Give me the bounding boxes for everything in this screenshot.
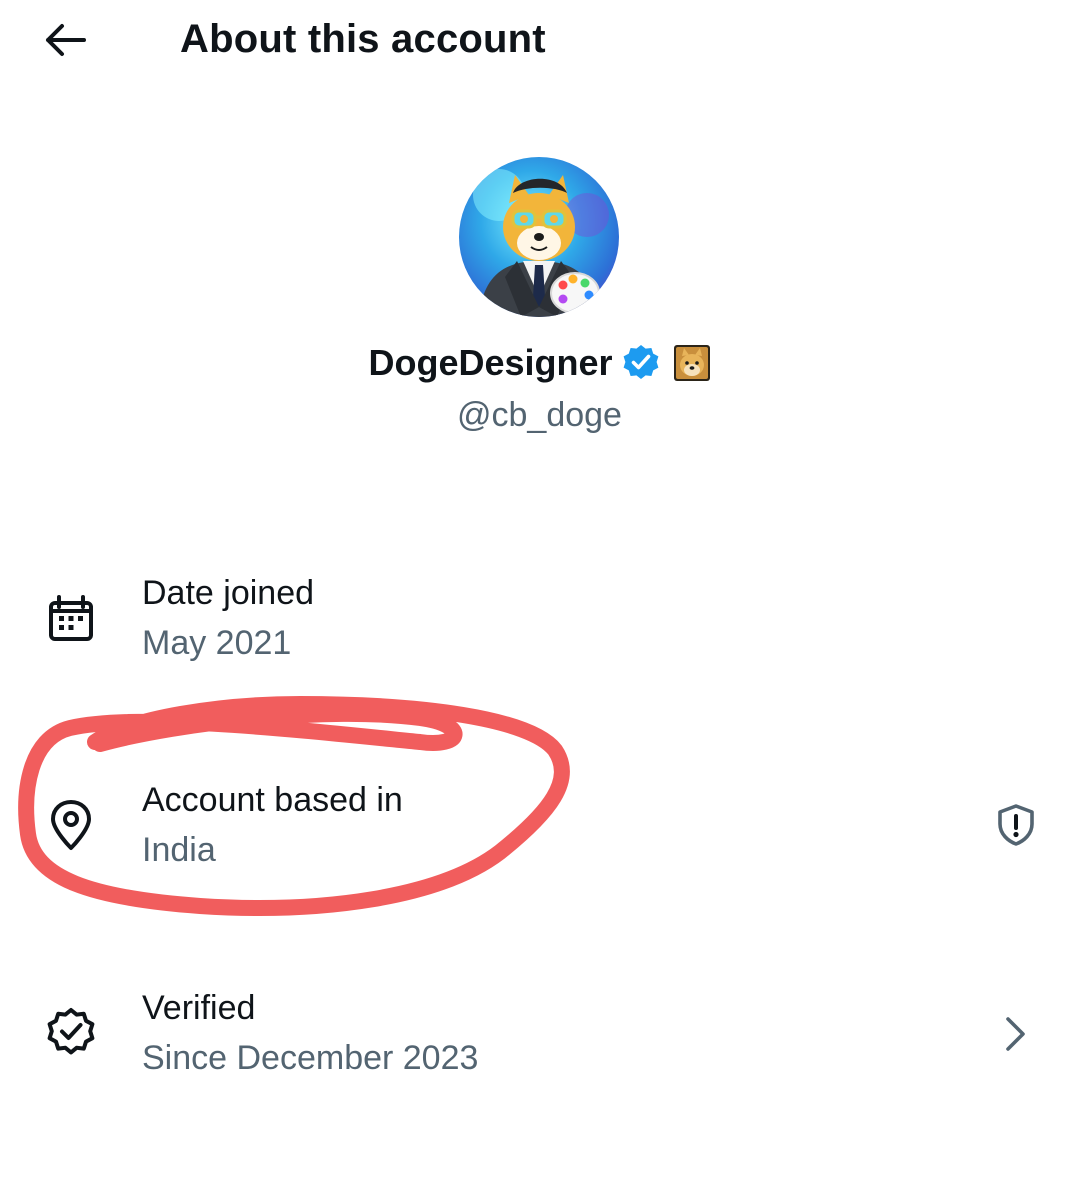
calendar-icon [49,595,93,641]
date-joined-label: Date joined [142,574,315,612]
back-button[interactable] [40,20,88,60]
arrow-left-icon [46,24,86,56]
account-location-row: Account based in India [0,772,1079,882]
verified-row[interactable]: Verified Since December 2023 [0,980,1079,1090]
profile-name-row: DogeDesigner [0,336,1079,390]
account-location-label: Account based in [142,781,403,819]
page-title: About this account [180,17,546,61]
verified-badge-icon [623,345,658,379]
display-name: DogeDesigner [368,342,613,383]
verified-label: Verified [142,989,256,1027]
profile-handle: @cb_doge [457,396,622,434]
verified-value: Since December 2023 [142,1039,479,1077]
avatar[interactable] [459,157,619,317]
top-bar: About this account [0,0,1079,80]
doge-emoji-icon [673,345,710,381]
chevron-right-icon[interactable] [993,1011,1039,1057]
location-pin-icon [51,800,91,850]
shield-alert-icon[interactable] [993,802,1039,848]
verified-check-icon [47,1008,95,1055]
account-location-value: India [142,831,216,869]
date-joined-value: May 2021 [142,624,292,662]
date-joined-row: Date joined May 2021 [0,565,1079,675]
